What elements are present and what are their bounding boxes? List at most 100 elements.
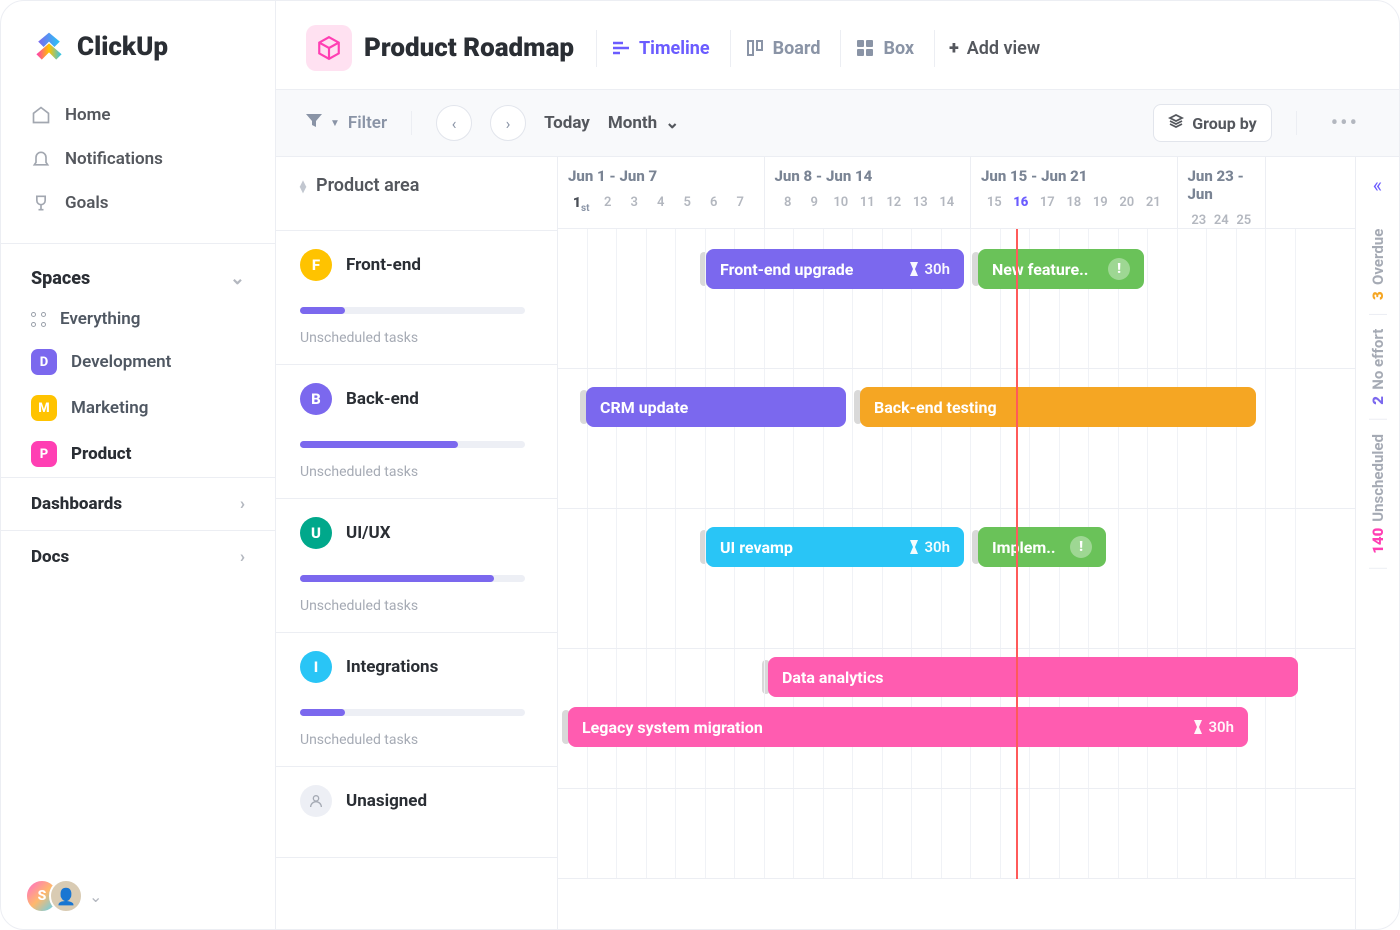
nav-label: Home — [65, 105, 111, 125]
chevron-down-icon: ⌄ — [230, 268, 245, 289]
chevron-right-icon: › — [240, 494, 245, 514]
spaces-header[interactable]: Spaces ⌄ — [1, 252, 275, 299]
progress-bar — [300, 709, 525, 716]
box-icon — [855, 38, 875, 58]
more-menu[interactable]: ••• — [1321, 111, 1369, 136]
nav-primary: Home Notifications Goals — [1, 83, 275, 235]
alert-icon: ! — [1070, 536, 1092, 558]
filter-icon — [306, 113, 322, 133]
chevron-left-icon: ‹ — [452, 114, 457, 133]
cube-icon — [316, 35, 342, 61]
time-estimate: 30h — [908, 538, 950, 556]
group-back-end[interactable]: BBack-end Unscheduled tasks — [276, 365, 557, 499]
group-front-end[interactable]: FFront-end Unscheduled tasks — [276, 231, 557, 365]
time-estimate: 30h — [908, 260, 950, 278]
timeline-row: Data analytics Legacy system migration30h — [558, 649, 1355, 789]
stat-no-effort[interactable]: 2 No effort — [1369, 315, 1387, 420]
nav-notifications[interactable]: Notifications — [17, 137, 259, 181]
space-badge: D — [31, 349, 57, 375]
week-header: Jun 15 - Jun 2115161718192021 — [971, 157, 1178, 228]
column-header[interactable]: ▴▾ Product area — [276, 157, 557, 231]
layers-icon — [1168, 113, 1184, 133]
group-badge: F — [300, 249, 332, 281]
filter-button[interactable]: ▼ Filter — [306, 113, 387, 133]
stat-unscheduled[interactable]: 140 Unscheduled — [1369, 420, 1387, 569]
unassigned-icon — [300, 785, 332, 817]
task-bar[interactable]: UI revamp30h — [706, 527, 964, 567]
nav-label: Notifications — [65, 149, 163, 169]
group-badge: U — [300, 517, 332, 549]
sidebar-space-marketing[interactable]: MMarketing — [1, 385, 275, 431]
range-selector[interactable]: Month ⌄ — [608, 113, 680, 133]
bell-icon — [31, 149, 51, 169]
plus-icon: + — [949, 38, 959, 59]
alert-icon: ! — [1108, 258, 1130, 280]
group-ui/ux[interactable]: UUI/UX Unscheduled tasks — [276, 499, 557, 633]
caret-down-icon: ▼ — [330, 118, 340, 129]
app-name: ClickUp — [77, 32, 168, 62]
next-button[interactable]: › — [490, 105, 526, 141]
prev-button[interactable]: ‹ — [436, 105, 472, 141]
timeline-row: UI revamp30h Implem..! — [558, 509, 1355, 649]
main: Product Roadmap Timeline Board Box + Add… — [276, 1, 1399, 929]
right-panel: « 3 Overdue2 No effort140 Unscheduled — [1355, 157, 1399, 929]
task-bar[interactable]: Legacy system migration30h — [568, 707, 1248, 747]
task-bar[interactable]: Front-end upgrade30h — [706, 249, 964, 289]
groupby-button[interactable]: Group by — [1153, 104, 1271, 142]
everything-icon — [31, 312, 46, 327]
board-icon — [745, 38, 765, 58]
chevron-down-icon: ⌄ — [89, 887, 102, 906]
group-integrations[interactable]: IIntegrations Unscheduled tasks — [276, 633, 557, 767]
app-logo[interactable]: ClickUp — [1, 1, 275, 83]
time-estimate: 30h — [1192, 718, 1234, 736]
stat-overdue[interactable]: 3 Overdue — [1369, 215, 1387, 315]
add-view-button[interactable]: + Add view — [934, 30, 1054, 67]
nav-label: Goals — [65, 193, 109, 213]
timeline-icon — [611, 38, 631, 58]
sidebar-dashboards[interactable]: Dashboards › — [1, 477, 275, 530]
home-icon — [31, 105, 51, 125]
week-header: Jun 8 - Jun 14891011121314 — [765, 157, 972, 228]
user-menu[interactable]: S 👤 ⌄ — [1, 863, 275, 929]
timeline-leftcol: ▴▾ Product area FFront-end Unscheduled t… — [276, 157, 558, 929]
today-line — [1016, 229, 1018, 879]
nav-goals[interactable]: Goals — [17, 181, 259, 225]
sidebar-space-product[interactable]: PProduct — [1, 431, 275, 477]
sidebar-everything[interactable]: Everything — [1, 299, 275, 339]
nav-home[interactable]: Home — [17, 93, 259, 137]
sidebar-docs[interactable]: Docs › — [1, 530, 275, 583]
group-unasigned[interactable]: Unasigned — [276, 767, 557, 858]
tab-board[interactable]: Board — [730, 30, 835, 67]
collapse-panel-button[interactable]: « — [1373, 173, 1382, 197]
tab-timeline[interactable]: Timeline — [596, 30, 724, 67]
unscheduled-label: Unscheduled tasks — [300, 732, 533, 748]
topbar: Product Roadmap Timeline Board Box + Add… — [276, 1, 1399, 90]
timeline-row: CRM update Back-end testing — [558, 369, 1355, 509]
progress-bar — [300, 307, 525, 314]
task-bar[interactable]: Back-end testing — [860, 387, 1256, 427]
chevron-down-icon: ⌄ — [665, 113, 679, 133]
sidebar-space-development[interactable]: DDevelopment — [1, 339, 275, 385]
today-button[interactable]: Today — [544, 113, 590, 133]
week-header: Jun 1 - Jun 71st234567 — [558, 157, 765, 228]
space-badge: P — [31, 441, 57, 467]
progress-bar — [300, 441, 525, 448]
toolbar: ▼ Filter ‹ › Today Month ⌄ Group by ••• — [276, 90, 1399, 157]
task-bar[interactable]: Data analytics — [768, 657, 1298, 697]
avatar: 👤 — [49, 879, 83, 913]
space-icon — [306, 25, 352, 71]
week-header: Jun 23 - Jun232425 — [1178, 157, 1267, 228]
sidebar: ClickUp Home Notifications Goals Spaces … — [1, 1, 276, 929]
task-bar[interactable]: CRM update — [586, 387, 846, 427]
timeline-row — [558, 789, 1355, 879]
trophy-icon — [31, 193, 51, 213]
space-badge: M — [31, 395, 57, 421]
unscheduled-label: Unscheduled tasks — [300, 330, 533, 346]
progress-bar — [300, 575, 525, 582]
task-bar[interactable]: Implem..! — [978, 527, 1106, 567]
page-title: Product Roadmap — [364, 33, 574, 63]
group-badge: I — [300, 651, 332, 683]
tab-box[interactable]: Box — [840, 30, 928, 67]
task-bar[interactable]: New feature..! — [978, 249, 1144, 289]
chevron-right-icon: › — [240, 547, 245, 567]
